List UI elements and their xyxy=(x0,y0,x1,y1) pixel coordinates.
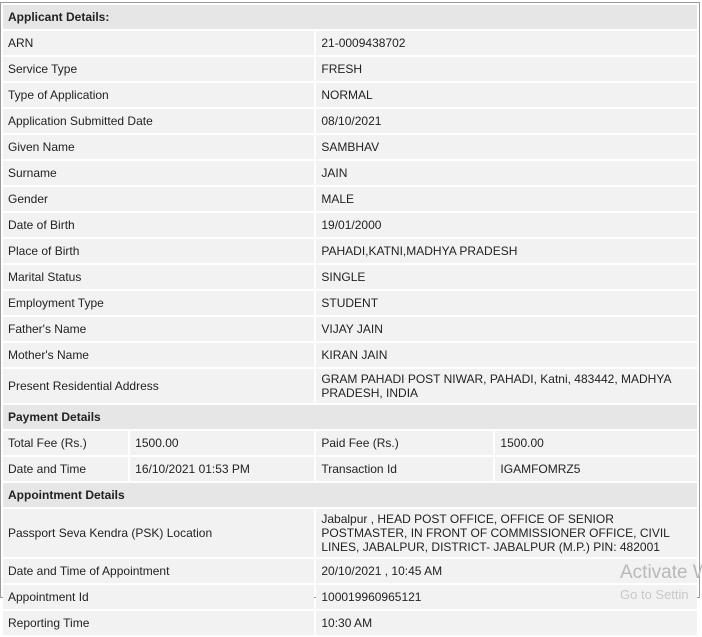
row-label: Appointment Id xyxy=(3,585,315,609)
row-label: Service Type xyxy=(3,57,315,81)
table-row: Application Submitted Date 08/10/2021 xyxy=(3,109,697,133)
row-label: Given Name xyxy=(3,135,315,159)
row-value: 21-0009438702 xyxy=(316,31,697,55)
row-value: JAIN xyxy=(316,161,697,185)
table-row: Mother's Name KIRAN JAIN xyxy=(3,343,697,367)
transaction-id-label: Transaction Id xyxy=(316,457,494,481)
table-row: Reporting Time 10:30 AM xyxy=(3,611,697,635)
table-row: Type of Application NORMAL xyxy=(3,83,697,107)
row-value: SINGLE xyxy=(316,265,697,289)
application-details-panel: Applicant Details: ARN 21-0009438702 Serv… xyxy=(0,2,700,635)
table-row: Date of Birth 19/01/2000 xyxy=(3,213,697,237)
table-row: Date and Time of Appointment 20/10/2021 ,… xyxy=(3,559,697,583)
table-row: Date and Time 16/10/2021 01:53 PM Transa… xyxy=(3,457,697,481)
row-label: Type of Application xyxy=(3,83,315,107)
row-value: 19/01/2000 xyxy=(316,213,697,237)
row-value: 08/10/2021 xyxy=(316,109,697,133)
row-value: FRESH xyxy=(316,57,697,81)
row-label: Date of Birth xyxy=(3,213,315,237)
table-row: Gender MALE xyxy=(3,187,697,211)
paid-fee-value: 1500.00 xyxy=(495,431,697,455)
row-value: VIJAY JAIN xyxy=(316,317,697,341)
row-value: KIRAN JAIN xyxy=(316,343,697,367)
table-row: ARN 21-0009438702 xyxy=(3,31,697,55)
row-value: SAMBHAV xyxy=(316,135,697,159)
payment-date-time-label: Date and Time xyxy=(3,457,129,481)
table-row: Appointment Id 100019960965121 xyxy=(3,585,697,609)
table-row: Employment Type STUDENT xyxy=(3,291,697,315)
applicant-details-heading: Applicant Details: xyxy=(3,5,697,29)
table-row: Surname JAIN xyxy=(3,161,697,185)
payment-details-heading: Payment Details xyxy=(3,405,697,429)
total-fee-label: Total Fee (Rs.) xyxy=(3,431,129,455)
row-label: Employment Type xyxy=(3,291,315,315)
row-label: Marital Status xyxy=(3,265,315,289)
row-label: Gender xyxy=(3,187,315,211)
table-row: Father's Name VIJAY JAIN xyxy=(3,317,697,341)
table-row: Total Fee (Rs.) 1500.00 Paid Fee (Rs.) 1… xyxy=(3,431,697,455)
transaction-id-value: IGAMFOMRZ5 xyxy=(495,457,697,481)
row-label: Passport Seva Kendra (PSK) Location xyxy=(3,509,315,557)
activate-windows-watermark: Activate W xyxy=(620,562,702,583)
table-row: Marital Status SINGLE xyxy=(3,265,697,289)
row-label: Place of Birth xyxy=(3,239,315,263)
table-row: Passport Seva Kendra (PSK) Location Jabal… xyxy=(3,509,697,557)
row-label: Mother's Name xyxy=(3,343,315,367)
table-row: Given Name SAMBHAV xyxy=(3,135,697,159)
appointment-details-heading: Appointment Details xyxy=(3,483,697,507)
row-value: STUDENT xyxy=(316,291,697,315)
row-label: Father's Name xyxy=(3,317,315,341)
table-row: Place of Birth PAHADI,KATNI,MADHYA PRADES… xyxy=(3,239,697,263)
row-value: PAHADI,KATNI,MADHYA PRADESH xyxy=(316,239,697,263)
row-label: Date and Time of Appointment xyxy=(3,559,315,583)
activate-windows-settings-hint: Go to Settin xyxy=(620,587,689,602)
row-label: Application Submitted Date xyxy=(3,109,315,133)
row-label: Surname xyxy=(3,161,315,185)
table-row: Service Type FRESH xyxy=(3,57,697,81)
row-value: GRAM PAHADI POST NIWAR, PAHADI, Katni, 4… xyxy=(316,369,697,403)
row-value: NORMAL xyxy=(316,83,697,107)
row-value: 10:30 AM xyxy=(316,611,697,635)
payment-date-time-value: 16/10/2021 01:53 PM xyxy=(130,457,315,481)
paid-fee-label: Paid Fee (Rs.) xyxy=(316,431,494,455)
details-table: Applicant Details: ARN 21-0009438702 Serv… xyxy=(1,3,699,637)
row-value: Jabalpur , HEAD POST OFFICE, OFFICE OF S… xyxy=(316,509,697,557)
row-value: MALE xyxy=(316,187,697,211)
total-fee-value: 1500.00 xyxy=(130,431,315,455)
row-label: Present Residential Address xyxy=(3,369,315,403)
row-label: ARN xyxy=(3,31,315,55)
table-row: Present Residential Address GRAM PAHADI P… xyxy=(3,369,697,403)
row-label: Reporting Time xyxy=(3,611,315,635)
